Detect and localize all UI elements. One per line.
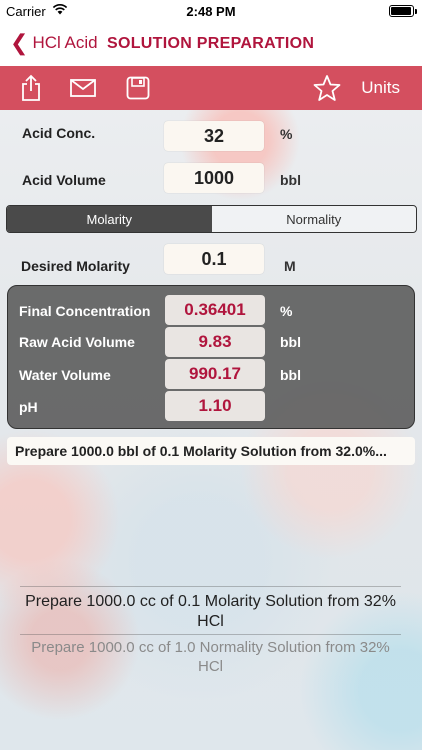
water-volume-unit: bbl [280,367,301,383]
status-time: 2:48 PM [186,4,236,19]
save-icon[interactable] [124,74,152,102]
final-concentration-unit: % [280,303,293,319]
history-item[interactable]: Prepare 1000.0 cc of 1.0 Normality Solut… [20,638,401,676]
star-icon[interactable] [312,74,342,102]
navigation-bar: ❮ HCl Acid SOLUTION PREPARATION [0,22,422,66]
final-concentration-label: Final Concentration [19,303,151,319]
desired-molarity-label: Desired Molarity [21,258,130,274]
segment-normality[interactable]: Normality [211,206,416,232]
raw-acid-volume-label: Raw Acid Volume [19,334,135,350]
history-item[interactable]: Prepare 1000.0 cc of 0.1 Molarity Soluti… [20,592,401,632]
acid-conc-input[interactable]: 32 [164,121,264,151]
results-panel: Final Concentration 0.36401 % Raw Acid V… [7,285,415,429]
back-button-label: HCl Acid [32,33,98,52]
battery-icon [389,5,417,17]
chevron-left-icon: ❮ [10,30,29,55]
summary-text[interactable]: Prepare 1000.0 bbl of 0.1 Molarity Solut… [7,437,415,465]
acid-volume-unit: bbl [280,172,301,188]
acid-volume-label: Acid Volume [22,172,106,188]
segment-molarity[interactable]: Molarity [7,206,212,232]
back-button[interactable]: ❮ HCl Acid [10,32,98,54]
list-divider [20,586,401,587]
units-button[interactable]: Units [361,78,400,98]
mail-icon[interactable] [69,74,97,102]
raw-acid-volume-unit: bbl [280,334,301,350]
acid-conc-unit: % [280,126,293,142]
desired-molarity-unit: M [284,258,296,274]
list-divider [20,634,401,635]
toolbar: Units [0,66,422,110]
water-volume-label: Water Volume [19,367,111,383]
page-title: SOLUTION PREPARATION [107,35,315,52]
acid-volume-input[interactable]: 1000 [164,163,264,193]
desired-molarity-input[interactable]: 0.1 [164,244,264,274]
molarity-normality-segment: Molarity Normality [6,205,417,233]
final-concentration-value: 0.36401 [165,295,265,325]
ph-label: pH [19,399,38,415]
ph-value: 1.10 [165,391,265,421]
status-bar: Carrier 2:48 PM [0,0,422,22]
raw-acid-volume-value: 9.83 [165,327,265,357]
share-icon[interactable] [17,74,45,102]
water-volume-value: 990.17 [165,359,265,389]
acid-conc-label: Acid Conc. [22,125,96,141]
